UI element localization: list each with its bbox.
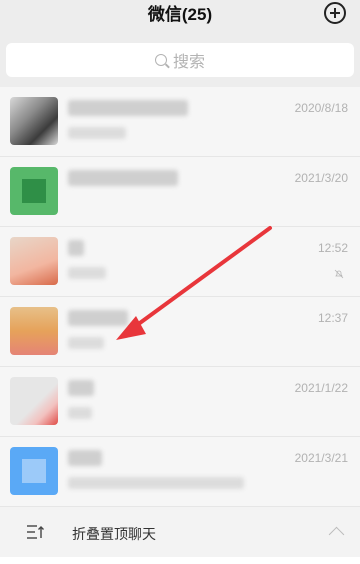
chat-row[interactable]: 12:52: [0, 227, 360, 297]
chat-name-blurred: [68, 310, 128, 326]
page-title: 微信(25): [147, 4, 213, 24]
chat-preview-blurred: [68, 337, 104, 349]
chat-avatar: [10, 377, 58, 425]
chat-preview-blurred: [68, 127, 126, 139]
chevron-up-icon[interactable]: [328, 526, 345, 543]
chat-preview-blurred: [68, 267, 106, 279]
chat-row[interactable]: 2020/8/18: [0, 87, 360, 157]
search-bar[interactable]: 搜索: [6, 43, 354, 77]
search-placeholder: 搜索: [172, 54, 205, 71]
chat-name-blurred: [68, 380, 94, 396]
chat-avatar: [10, 307, 58, 355]
fold-pinned-icon: [27, 525, 44, 539]
chat-time: 2021/3/21: [294, 451, 348, 465]
chat-avatar: [10, 237, 58, 285]
chat-name-blurred: [68, 240, 84, 256]
chat-name-blurred: [68, 170, 178, 186]
chat-row[interactable]: 2021/1/22: [0, 367, 360, 437]
chat-name-blurred: [68, 450, 102, 466]
add-icon[interactable]: [324, 2, 346, 24]
chat-time: 2020/8/18: [294, 101, 348, 115]
chat-avatar: [10, 447, 58, 495]
mute-bell-icon: [334, 269, 344, 279]
chat-time: 12:52: [317, 241, 348, 255]
chat-row[interactable]: 12:37: [0, 297, 360, 367]
bottom-strip: [0, 557, 360, 564]
top-bar: 微信(25): [0, 0, 360, 32]
chat-preview-blurred: [68, 477, 244, 489]
chat-avatar: [10, 167, 58, 215]
chat-row[interactable]: 2021/3/21: [0, 437, 360, 507]
fold-pinned-chats[interactable]: 折叠置顶聊天: [0, 507, 360, 557]
chat-name-blurred: [68, 100, 188, 116]
chat-avatar: [10, 97, 58, 145]
search-icon: [154, 54, 167, 66]
chat-list: 2020/8/18 2021/3/20 12:52 12:37 2021/1/2…: [0, 87, 360, 507]
chat-row[interactable]: 2021/3/20: [0, 157, 360, 227]
chat-preview-blurred: [68, 407, 92, 419]
fold-pinned-label: 折叠置顶聊天: [72, 526, 156, 542]
chat-time: 12:37: [317, 311, 348, 325]
chat-time: 2021/3/20: [294, 171, 348, 185]
chat-time: 2021/1/22: [294, 381, 348, 395]
